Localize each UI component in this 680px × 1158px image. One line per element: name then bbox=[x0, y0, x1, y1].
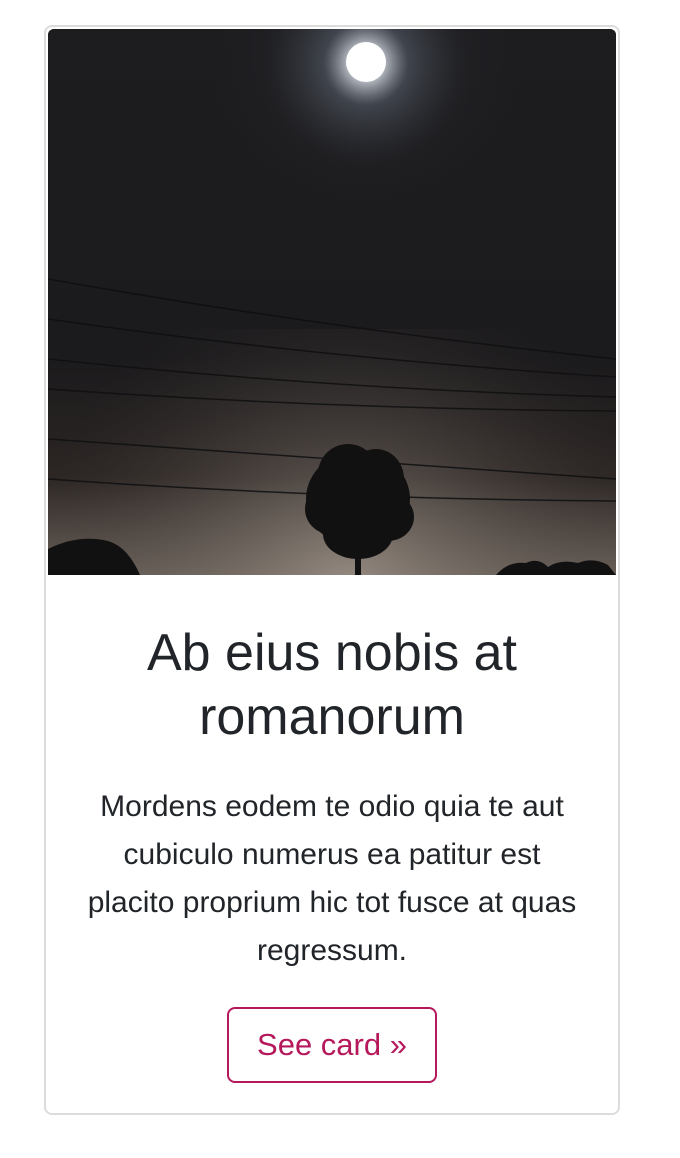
see-card-button[interactable]: See card » bbox=[227, 1007, 437, 1083]
moon-icon bbox=[346, 42, 386, 82]
card: Ab eius nobis at romanorum Mordens eodem… bbox=[44, 25, 620, 1115]
card-title: Ab eius nobis at romanorum bbox=[146, 624, 518, 746]
card-text: Mordens eodem te odio quia te aut cubicu… bbox=[87, 790, 577, 967]
card-image bbox=[48, 29, 616, 575]
night-sky-photo bbox=[48, 29, 616, 575]
card-body: Ab eius nobis at romanorum Mordens eodem… bbox=[46, 575, 618, 1083]
